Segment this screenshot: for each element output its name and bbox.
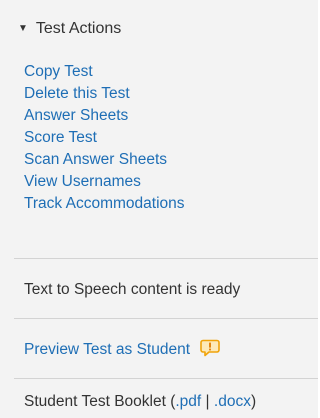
- answer-sheets-link[interactable]: Answer Sheets: [24, 105, 304, 127]
- divider: [14, 258, 318, 259]
- caret-down-icon: ▼: [18, 23, 28, 34]
- scan-answer-sheets-link[interactable]: Scan Answer Sheets: [24, 149, 304, 171]
- booklet-separator: |: [205, 393, 210, 410]
- booklet-row: Student Test Booklet (.pdf | .docx): [24, 390, 314, 414]
- delete-test-link[interactable]: Delete this Test: [24, 83, 304, 105]
- view-usernames-link[interactable]: View Usernames: [24, 171, 304, 193]
- divider: [14, 378, 318, 379]
- copy-test-link[interactable]: Copy Test: [24, 61, 304, 83]
- score-test-link[interactable]: Score Test: [24, 127, 304, 149]
- alert-speech-bubble-icon[interactable]: [200, 339, 220, 357]
- preview-test-as-student-link[interactable]: Preview Test as Student: [24, 341, 190, 358]
- test-actions-panel: ▼ Test Actions Copy Test Delete this Tes…: [0, 0, 318, 418]
- track-accommodations-link[interactable]: Track Accommodations: [24, 193, 304, 215]
- preview-row: Preview Test as Student: [24, 338, 314, 362]
- booklet-label: Student Test Booklet (: [24, 393, 176, 410]
- test-actions-header[interactable]: ▼ Test Actions: [0, 0, 318, 58]
- tts-status-text: Text to Speech content is ready: [24, 281, 241, 298]
- booklet-docx-link[interactable]: .docx: [214, 393, 251, 410]
- divider: [14, 318, 318, 319]
- booklet-pdf-link[interactable]: .pdf: [175, 393, 201, 410]
- section-title: Test Actions: [35, 20, 122, 37]
- booklet-close-paren: ): [250, 393, 257, 410]
- test-actions-list: Copy Test Delete this Test Answer Sheets…: [24, 61, 304, 215]
